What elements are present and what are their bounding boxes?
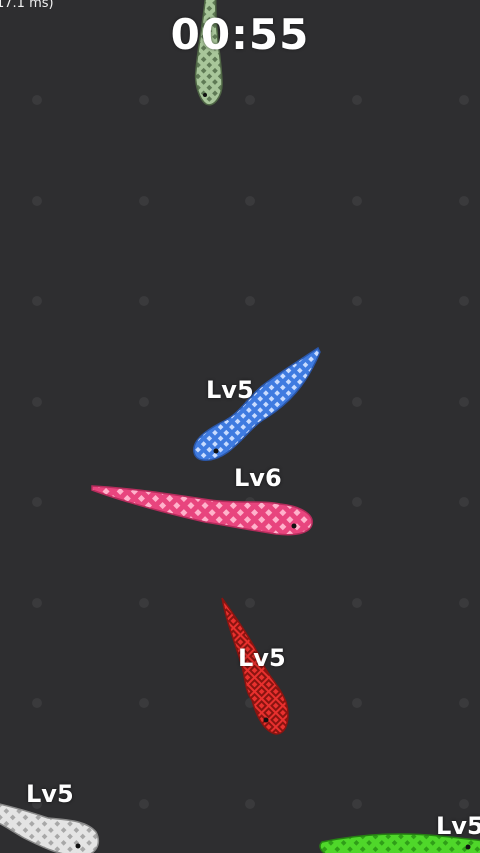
grid-dot bbox=[459, 698, 469, 708]
snake-pink bbox=[91, 485, 313, 536]
grid-dot bbox=[245, 799, 255, 809]
snake-white bbox=[0, 803, 100, 853]
match-timer: 00:55 bbox=[170, 10, 310, 59]
grid-dot bbox=[32, 698, 42, 708]
grid-dot bbox=[459, 95, 469, 105]
background-dot-grid bbox=[32, 95, 469, 809]
grid-dot bbox=[245, 95, 255, 105]
grid-dot bbox=[352, 397, 362, 407]
grid-dot bbox=[32, 497, 42, 507]
grid-dot bbox=[352, 95, 362, 105]
grid-dot bbox=[459, 799, 469, 809]
grid-dot bbox=[352, 598, 362, 608]
snake-level-label-pink: Lv6 bbox=[234, 464, 282, 492]
grid-dot bbox=[459, 397, 469, 407]
grid-dot bbox=[32, 196, 42, 206]
grid-dot bbox=[32, 397, 42, 407]
grid-dot bbox=[139, 698, 149, 708]
grid-dot bbox=[32, 95, 42, 105]
grid-dot bbox=[139, 95, 149, 105]
grid-dot bbox=[32, 296, 42, 306]
snake-level-label-red: Lv5 bbox=[238, 644, 286, 672]
grid-dot bbox=[352, 296, 362, 306]
snake-level-label-blue: Lv5 bbox=[206, 376, 254, 404]
grid-dot bbox=[245, 296, 255, 306]
grid-dot bbox=[139, 598, 149, 608]
snake-level-label-lime: Lv5 bbox=[436, 812, 480, 840]
grid-dot bbox=[245, 598, 255, 608]
grid-dot bbox=[459, 196, 469, 206]
grid-dot bbox=[459, 296, 469, 306]
grid-dot bbox=[139, 296, 149, 306]
snake-level-label-white: Lv5 bbox=[26, 780, 74, 808]
grid-dot bbox=[459, 598, 469, 608]
grid-dot bbox=[139, 799, 149, 809]
grid-dot bbox=[139, 397, 149, 407]
grid-dot bbox=[139, 196, 149, 206]
grid-dot bbox=[459, 497, 469, 507]
snake-blue bbox=[193, 346, 321, 461]
grid-dot bbox=[245, 196, 255, 206]
grid-dot bbox=[32, 598, 42, 608]
grid-dot bbox=[352, 799, 362, 809]
grid-dot bbox=[352, 698, 362, 708]
grid-dot bbox=[352, 497, 362, 507]
game-arena[interactable] bbox=[0, 0, 480, 853]
grid-dot bbox=[352, 196, 362, 206]
